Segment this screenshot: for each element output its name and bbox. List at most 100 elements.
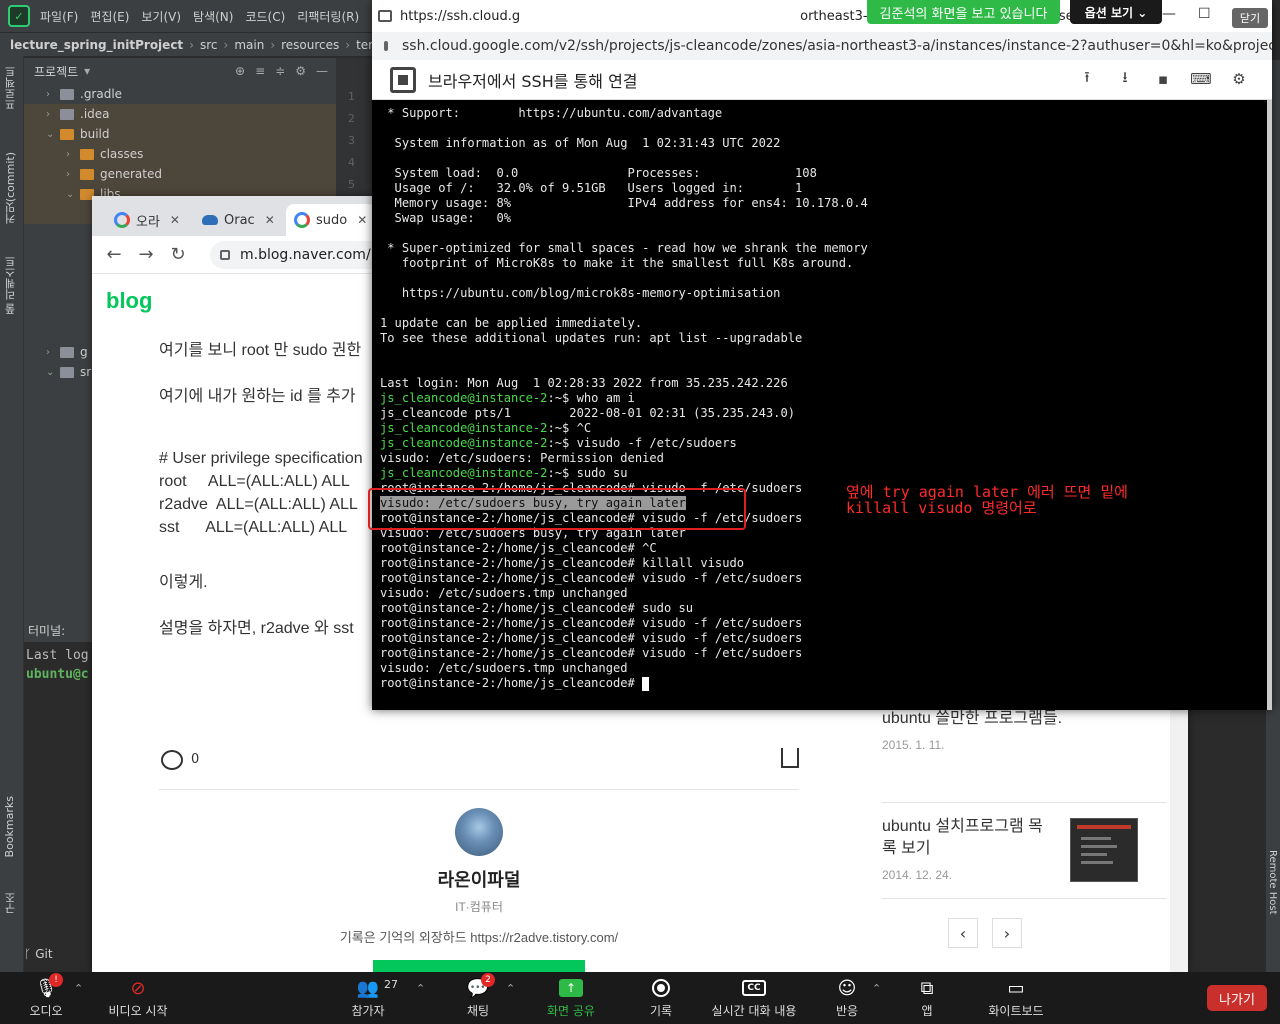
close-icon[interactable]: ✕ bbox=[265, 213, 275, 227]
hide-icon[interactable]: — bbox=[316, 64, 328, 78]
ide-logo-icon[interactable]: ✓ bbox=[8, 5, 30, 27]
reload-icon[interactable]: ↻ bbox=[162, 244, 194, 265]
close-icon[interactable]: ✕ bbox=[170, 213, 180, 227]
breadcrumb-src[interactable]: src bbox=[200, 38, 218, 52]
related-post-thumbnail[interactable] bbox=[1070, 818, 1138, 882]
annotation-text: 옆에 try again later 에러 뜨면 밑에 killall visu… bbox=[846, 483, 1128, 517]
microphone-icon: 🎙! bbox=[33, 973, 63, 1000]
share-screen-button[interactable]: ↑ 화면 공유 bbox=[531, 976, 611, 1019]
tree-item-src-partial[interactable]: ⌄ sr bbox=[46, 362, 91, 382]
vtab-pull-requests[interactable]: 풀 리퀘스트 bbox=[3, 256, 19, 315]
chevron-down-icon[interactable]: ▾ bbox=[84, 64, 90, 78]
gear-icon[interactable]: ⚙ bbox=[1230, 70, 1248, 88]
video-button[interactable]: ⊘ 비디오 시작 bbox=[98, 976, 178, 1019]
tree-item-generated[interactable]: › generated bbox=[66, 164, 162, 184]
gear-icon[interactable]: ⚙ bbox=[295, 64, 306, 78]
vtab-bookmarks[interactable]: Bookmarks bbox=[3, 796, 16, 857]
leave-meeting-button[interactable]: 나가기 bbox=[1207, 985, 1267, 1011]
emoji-icon: ☺ bbox=[837, 977, 857, 999]
line-number: 1 bbox=[348, 90, 355, 103]
tree-item-gradle[interactable]: › .gradle bbox=[46, 84, 122, 104]
vtab-commit[interactable]: 커밋(commit) bbox=[3, 152, 19, 224]
upload-icon[interactable]: ⭱ bbox=[1078, 68, 1096, 88]
minimize-icon[interactable]: — bbox=[1162, 6, 1176, 22]
vtab-project[interactable]: 프로젝트 bbox=[3, 66, 19, 110]
terminal-text: root@instance-2:/home/js_cleancode# sudo… bbox=[380, 601, 694, 615]
menu-edit[interactable]: 편집(E) bbox=[90, 8, 129, 25]
maximize-icon[interactable]: ☐ bbox=[1198, 6, 1211, 22]
git-tab[interactable]: ᚴ Git bbox=[24, 944, 92, 964]
tree-item-classes[interactable]: › classes bbox=[66, 144, 143, 164]
profile-name[interactable]: 라온이파덜 bbox=[159, 866, 799, 892]
menu-code[interactable]: 코드(C) bbox=[245, 8, 285, 25]
menu-navigate[interactable]: 탐색(N) bbox=[193, 8, 233, 25]
ide-menubar: ✓ 파일(F) 편집(E) 보기(V) 탐색(N) 코드(C) 리팩터링(R) bbox=[0, 0, 372, 32]
post-paragraph: 설명을 하자면, r2adve 와 sst bbox=[159, 620, 354, 637]
forward-icon[interactable]: → bbox=[130, 244, 162, 265]
ssh-address-bar[interactable]: ssh.cloud.google.com/v2/ssh/projects/js-… bbox=[372, 32, 1272, 60]
tree-item-build[interactable]: ⌄ build bbox=[46, 124, 110, 144]
close-icon[interactable]: ✕ bbox=[357, 213, 367, 227]
comment-icon[interactable] bbox=[161, 750, 183, 770]
chevron-up-icon[interactable]: ⌃ bbox=[872, 982, 881, 995]
avatar[interactable] bbox=[455, 808, 503, 856]
chevron-up-icon[interactable]: ⌃ bbox=[416, 982, 425, 995]
breadcrumb-project[interactable]: lecture_spring_initProject bbox=[10, 38, 183, 52]
whiteboard-icon: ▭ bbox=[1007, 977, 1025, 999]
vtab-structure[interactable]: 구조 bbox=[3, 892, 19, 914]
terminal-line: js_cleancode@instance-2:~$ who am i bbox=[380, 391, 1259, 406]
shell-prompt: js_cleancode@instance-2 bbox=[380, 436, 548, 450]
view-options-button[interactable]: 옵션 보기 ⌄ bbox=[1070, 0, 1162, 24]
scrollbar[interactable] bbox=[1267, 100, 1272, 710]
browser-tab[interactable]: Orac ✕ bbox=[194, 204, 284, 236]
neighbor-add-button[interactable] bbox=[373, 960, 585, 972]
related-post[interactable]: ubuntu 설치프로그램 목록 보기 2014. 12. 24. bbox=[882, 816, 1052, 882]
captions-button[interactable]: CC 실시간 대화 내용 bbox=[699, 976, 809, 1019]
terminal-tab[interactable]: 터미널: bbox=[24, 622, 92, 642]
breadcrumb-resources[interactable]: resources bbox=[281, 38, 339, 52]
record-button[interactable]: 기록 bbox=[621, 976, 701, 1019]
terminal-line: root@instance-2:/home/js_cleancode# ^C bbox=[380, 541, 1259, 556]
collapse-all-icon[interactable]: ≑ bbox=[275, 64, 285, 78]
expand-all-icon[interactable]: ≡ bbox=[255, 64, 265, 78]
ide-terminal[interactable]: Last log ubuntu@c bbox=[24, 642, 92, 962]
terminal-line: root@instance-2:/home/js_cleancode# visu… bbox=[380, 616, 1259, 631]
scrollbar[interactable] bbox=[1170, 708, 1188, 972]
chevron-up-icon[interactable]: ⌃ bbox=[74, 982, 83, 995]
prev-page-button[interactable]: ‹ bbox=[948, 918, 978, 948]
code-line: root ALL=(ALL:ALL) ALL bbox=[159, 473, 350, 490]
vtab-remote-host[interactable]: Remote Host bbox=[1267, 850, 1278, 915]
keyboard-icon[interactable]: ⌨ bbox=[1190, 70, 1212, 88]
next-page-button[interactable]: › bbox=[992, 918, 1022, 948]
share-icon[interactable] bbox=[781, 748, 799, 768]
post-paragraph: 여기에 내가 원하는 id 를 추가 bbox=[159, 388, 356, 405]
back-icon[interactable]: ← bbox=[98, 244, 130, 265]
terminal-line: root@instance-2:/home/js_cleancode# kill… bbox=[380, 556, 1259, 571]
menu-file[interactable]: 파일(F) bbox=[40, 8, 78, 25]
browser-tab[interactable]: 오라 ✕ bbox=[106, 204, 192, 236]
feedback-icon[interactable]: ▪ bbox=[1154, 70, 1172, 88]
related-post[interactable]: ubuntu 쓸만한 프로그램들. 2015. 1. 11. bbox=[882, 708, 1062, 752]
related-post-title[interactable]: ubuntu 설치프로그램 목록 보기 bbox=[882, 816, 1052, 860]
ssh-terminal[interactable]: * Support: https://ubuntu.com/advantage … bbox=[372, 100, 1267, 710]
tree-item-gradle-partial[interactable]: › g bbox=[46, 342, 88, 362]
close-label-button[interactable]: 닫기 bbox=[1232, 8, 1268, 28]
breadcrumb-main[interactable]: main bbox=[234, 38, 264, 52]
apps-button[interactable]: ⧉ 앱 bbox=[887, 976, 967, 1019]
download-icon[interactable]: ⭳ bbox=[1116, 68, 1134, 88]
locate-icon[interactable]: ⊕ bbox=[235, 64, 245, 78]
chevron-up-icon[interactable]: ⌃ bbox=[506, 982, 515, 995]
tree-item-idea[interactable]: › .idea bbox=[46, 104, 110, 124]
annotation-highlight-box bbox=[368, 488, 746, 530]
project-panel-title[interactable]: 프로젝트 bbox=[34, 63, 78, 80]
terminal-line: ubuntu@c bbox=[26, 667, 89, 682]
naver-blog-logo[interactable]: blog bbox=[106, 288, 152, 314]
terminal-line: root@instance-2:/home/js_cleancode# visu… bbox=[380, 646, 1259, 661]
menu-view[interactable]: 보기(V) bbox=[141, 8, 181, 25]
related-post-title[interactable]: ubuntu 쓸만한 프로그램들. bbox=[882, 708, 1062, 730]
menu-refactor[interactable]: 리팩터링(R) bbox=[297, 8, 359, 25]
browser-tab-active[interactable]: sudo ✕ bbox=[286, 204, 376, 236]
whiteboard-button[interactable]: ▭ 화이트보드 bbox=[976, 976, 1056, 1019]
